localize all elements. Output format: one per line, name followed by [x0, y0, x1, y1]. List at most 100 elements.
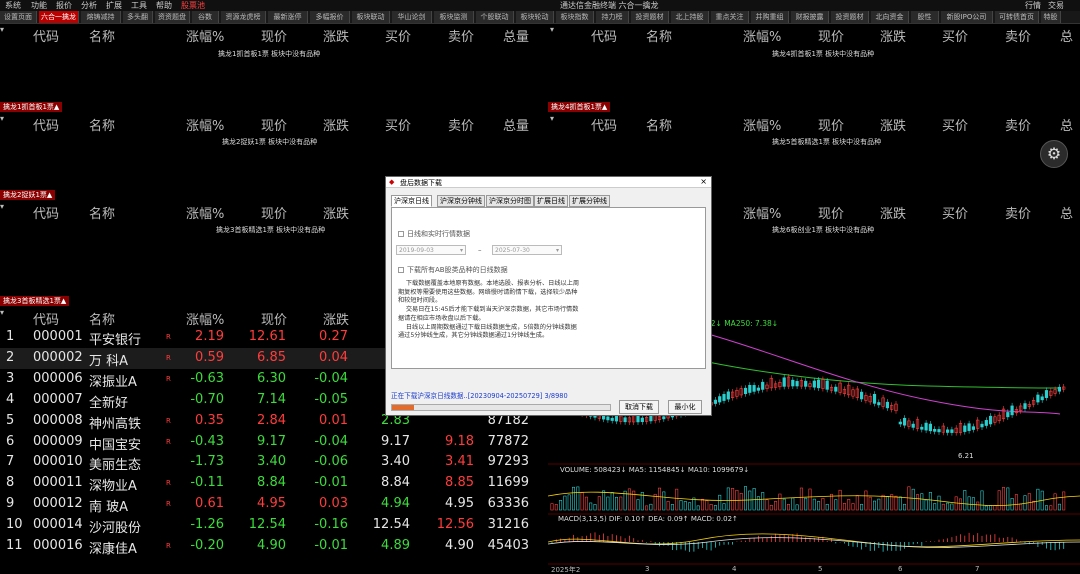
- page-tab[interactable]: 华山论剑: [392, 11, 432, 23]
- header-ask[interactable]: 卖价: [1005, 115, 1031, 134]
- menu-extend[interactable]: 扩展: [106, 0, 122, 11]
- page-tab[interactable]: 投资题材: [831, 11, 869, 23]
- table-row[interactable]: 9 000012 南 玻A R 0.61 4.95 0.03 4.94 4.95 63336: [0, 494, 545, 515]
- header-change-pct[interactable]: 涨幅%: [186, 115, 224, 134]
- header-name[interactable]: 名称: [89, 115, 115, 134]
- header-bid[interactable]: 买价: [385, 115, 411, 134]
- page-tab[interactable]: 板块指数: [556, 11, 594, 23]
- page-tab[interactable]: 多幅报价: [310, 11, 350, 23]
- date-from-picker[interactable]: 2019-09-03 ▾: [396, 245, 466, 255]
- page-tab[interactable]: 多头翻: [123, 11, 153, 23]
- panel-title[interactable]: 擒龙2捉妖1票▲: [0, 190, 56, 200]
- page-tab[interactable]: 板块监测: [434, 11, 474, 23]
- header-price[interactable]: 现价: [818, 203, 844, 222]
- header-change-pct[interactable]: 涨幅%: [743, 203, 781, 222]
- header-name[interactable]: 名称: [646, 115, 672, 134]
- page-tab[interactable]: 可转债首页: [995, 11, 1039, 23]
- menu-trade-right[interactable]: 交易: [1048, 0, 1064, 11]
- header-change[interactable]: 涨跌: [880, 115, 906, 134]
- menu-system[interactable]: 系统: [5, 0, 21, 11]
- tab-daily[interactable]: 沪深京日线: [391, 195, 432, 207]
- table-row[interactable]: 8 000011 深物业A R -0.11 8.84 -0.01 8.84 8.85 11699: [0, 473, 545, 494]
- sort-arrow-icon[interactable]: ▾: [550, 25, 554, 34]
- header-change[interactable]: 涨跌: [323, 309, 349, 328]
- sort-arrow-icon[interactable]: ▾: [0, 25, 4, 34]
- checkbox-ab-shares[interactable]: 下载所有AB股类品种的日线数据: [398, 265, 508, 275]
- header-change-pct[interactable]: 涨幅%: [743, 115, 781, 134]
- page-tab[interactable]: 资源龙虎榜: [221, 11, 266, 23]
- page-tab[interactable]: 熔铸减持: [81, 11, 121, 23]
- header-name[interactable]: 名称: [89, 26, 115, 45]
- table-row[interactable]: 7 000010 美丽生态 -1.73 3.40 -0.06 3.40 3.41 97293: [0, 452, 545, 473]
- page-tab[interactable]: 重点关注: [711, 11, 749, 23]
- header-code[interactable]: 代码: [33, 115, 59, 134]
- header-change-pct[interactable]: 涨幅%: [186, 203, 224, 222]
- header-change[interactable]: 涨跌: [323, 26, 349, 45]
- page-tab[interactable]: 投资题材: [631, 11, 669, 23]
- panel-title[interactable]: 擒龙4抓首板1票▲: [548, 102, 611, 112]
- header-bid[interactable]: 买价: [385, 26, 411, 45]
- checkbox-daily-realtime[interactable]: 日线和实时行情数据: [398, 229, 470, 239]
- header-ask[interactable]: 卖价: [448, 26, 474, 45]
- page-tab[interactable]: 特股: [1041, 11, 1061, 23]
- header-price[interactable]: 现价: [261, 203, 287, 222]
- page-tab[interactable]: 财报披露: [791, 11, 829, 23]
- header-name[interactable]: 名称: [646, 26, 672, 45]
- tab-ext-daily[interactable]: 扩展日线: [534, 195, 568, 207]
- page-tab[interactable]: 并购重组: [751, 11, 789, 23]
- table-row[interactable]: 11 000016 深康佳A R -0.20 4.90 -0.01 4.89 4.90 45403: [0, 536, 545, 557]
- page-tab[interactable]: 设置页面: [0, 11, 37, 23]
- header-change-pct[interactable]: 涨幅%: [186, 26, 224, 45]
- header-change[interactable]: 涨跌: [880, 26, 906, 45]
- header-change[interactable]: 涨跌: [880, 203, 906, 222]
- menu-tools[interactable]: 工具: [131, 0, 147, 11]
- page-tab[interactable]: 个股联动: [476, 11, 514, 23]
- panel-title[interactable]: 擒龙1抓首板1票▲: [0, 102, 63, 112]
- menu-help[interactable]: 帮助: [156, 0, 172, 11]
- header-code[interactable]: 代码: [33, 309, 59, 328]
- dialog-title-bar[interactable]: ◆ 盘后数据下载 ×: [386, 177, 711, 188]
- sort-arrow-icon[interactable]: ▾: [550, 114, 554, 123]
- header-change-pct[interactable]: 涨幅%: [186, 309, 224, 328]
- header-code[interactable]: 代码: [591, 115, 617, 134]
- header-change[interactable]: 涨跌: [323, 115, 349, 134]
- panel-title[interactable]: 擒龙3首板精选1票▲: [0, 296, 70, 306]
- header-ask[interactable]: 卖价: [1005, 26, 1031, 45]
- tab-timeshare[interactable]: 沪深京分时图: [486, 195, 534, 207]
- header-ask[interactable]: 卖价: [1005, 203, 1031, 222]
- header-volume[interactable]: 总量: [503, 26, 529, 45]
- header-volume[interactable]: 总: [1060, 26, 1073, 45]
- page-tab[interactable]: 北向资金: [871, 11, 909, 23]
- header-volume[interactable]: 总: [1060, 203, 1073, 222]
- tab-minute[interactable]: 沪深京分钟线: [437, 195, 485, 207]
- header-code[interactable]: 代码: [33, 26, 59, 45]
- date-to-picker[interactable]: 2025-07-30 ▾: [492, 245, 562, 255]
- page-tab[interactable]: 六合一擒龙: [39, 11, 79, 23]
- header-code[interactable]: 代码: [591, 26, 617, 45]
- page-tab[interactable]: 持力榜: [596, 11, 629, 23]
- header-bid[interactable]: 买价: [942, 115, 968, 134]
- page-tab[interactable]: 谷数: [192, 11, 219, 23]
- sort-arrow-icon[interactable]: ▾: [0, 308, 4, 317]
- page-tab[interactable]: 股性: [911, 11, 939, 23]
- table-row[interactable]: 10 000014 沙河股份 -1.26 12.54 -0.16 12.54 12.56 312…: [0, 515, 545, 536]
- cancel-download-button[interactable]: 取消下载: [619, 400, 659, 414]
- page-tab[interactable]: 新股IPO公司: [941, 11, 993, 23]
- header-name[interactable]: 名称: [89, 309, 115, 328]
- header-bid[interactable]: 买价: [942, 203, 968, 222]
- page-tab[interactable]: 资资题盘: [155, 11, 190, 23]
- page-tab[interactable]: 板块联动: [352, 11, 390, 23]
- close-icon[interactable]: ×: [700, 177, 707, 186]
- header-price[interactable]: 现价: [261, 26, 287, 45]
- menu-stock-pool[interactable]: 股票池: [181, 0, 205, 11]
- header-price[interactable]: 现价: [261, 115, 287, 134]
- header-price[interactable]: 现价: [818, 115, 844, 134]
- header-price[interactable]: 现价: [261, 309, 287, 328]
- header-volume[interactable]: 总量: [503, 115, 529, 134]
- header-name[interactable]: 名称: [89, 203, 115, 222]
- menu-quote[interactable]: 报价: [56, 0, 72, 11]
- table-row[interactable]: 6 000009 中国宝安 R -0.43 9.17 -0.04 9.17 9.18 77872: [0, 432, 545, 453]
- menu-quote-right[interactable]: 行情: [1025, 0, 1041, 11]
- header-bid[interactable]: 买价: [942, 26, 968, 45]
- minimize-button[interactable]: 最小化: [668, 400, 702, 414]
